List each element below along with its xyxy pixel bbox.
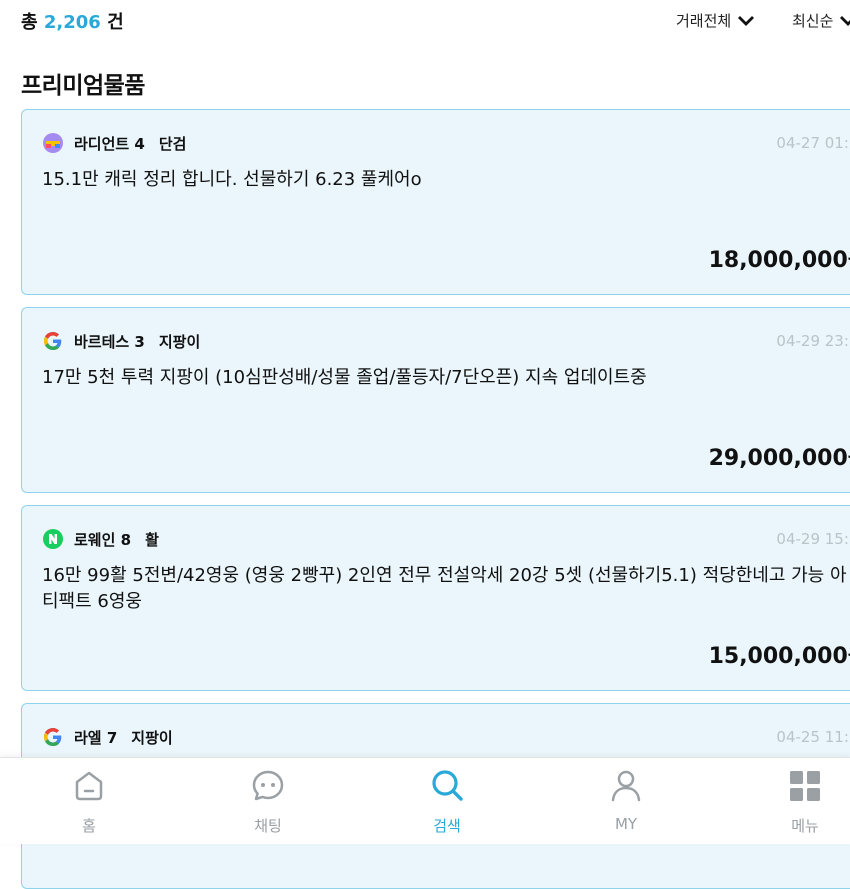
listing-card[interactable]: 라디언트 4 단검 04-27 01:29 15.1만 캐릭 정리 합니다. 선… bbox=[21, 109, 850, 295]
search-icon bbox=[432, 770, 463, 801]
listing-price: 15,000,000원 bbox=[708, 644, 850, 669]
listing-description: 17만 5천 투력 지팡이 (10심판성배/성물 졸업/풀등자/7단오픈) 지속… bbox=[42, 367, 647, 388]
home-icon bbox=[75, 771, 103, 801]
naver-icon bbox=[42, 528, 64, 550]
total-count-value: 2,206 bbox=[43, 12, 101, 33]
nav-my[interactable]: MY bbox=[566, 758, 686, 844]
grid-menu-icon bbox=[790, 771, 820, 801]
user-icon bbox=[611, 770, 641, 802]
nav-search-label: 검색 bbox=[433, 817, 461, 835]
top-bar: 총 2,206 건 거래전체 최신순 bbox=[0, 0, 850, 40]
bottom-nav: 홈 채팅 검색 MY 메뉴 bbox=[0, 757, 850, 844]
nav-home-label: 홈 bbox=[82, 817, 96, 835]
google-icon bbox=[42, 726, 64, 748]
server-name: 라디언트 4 bbox=[74, 134, 145, 153]
nav-chat[interactable]: 채팅 bbox=[208, 758, 328, 844]
nav-menu[interactable]: 메뉴 bbox=[745, 758, 850, 844]
listing-card[interactable]: 로웨인 8 활 04-29 15:36 16만 99활 5전변/42영웅 (영웅… bbox=[21, 505, 850, 691]
section-title: 프리미엄물품 bbox=[21, 73, 145, 99]
google-icon bbox=[42, 330, 64, 352]
nav-home[interactable]: 홈 bbox=[29, 758, 149, 844]
nav-chat-label: 채팅 bbox=[254, 817, 282, 835]
class-name: 지팡이 bbox=[158, 332, 201, 351]
daum-icon bbox=[42, 132, 64, 154]
listing-description: 15.1만 캐릭 정리 합니다. 선물하기 6.23 풀케어o bbox=[42, 169, 422, 190]
trade-filter-dropdown[interactable]: 거래전체 bbox=[676, 10, 755, 31]
nav-my-label: MY bbox=[614, 815, 638, 833]
listing-header: 바르테스 3 지팡이 bbox=[42, 330, 200, 352]
server-name: 바르테스 3 bbox=[74, 332, 145, 351]
chat-icon bbox=[252, 770, 284, 801]
total-suffix: 건 bbox=[107, 12, 124, 33]
trade-filter-label: 거래전체 bbox=[676, 12, 732, 30]
listing-time: 04-27 01:29 bbox=[776, 134, 850, 152]
listing-header: 라엘 7 지팡이 bbox=[42, 726, 173, 748]
class-name: 활 bbox=[145, 530, 159, 549]
listing-description: 16만 99활 5전변/42영웅 (영웅 2빵꾸) 2인연 전무 전설악세 20… bbox=[42, 565, 847, 612]
nav-search[interactable]: 검색 bbox=[387, 758, 507, 844]
listing-card[interactable]: 바르테스 3 지팡이 04-29 23:16 17만 5천 투력 지팡이 (10… bbox=[21, 307, 850, 493]
listing-time: 04-29 23:16 bbox=[776, 332, 850, 350]
chevron-down-icon bbox=[840, 15, 850, 26]
sort-filter-dropdown[interactable]: 최신순 bbox=[792, 10, 850, 31]
listing-time: 04-25 11:24 bbox=[776, 728, 850, 746]
class-name: 지팡이 bbox=[131, 728, 173, 747]
chevron-down-icon bbox=[738, 15, 755, 26]
server-name: 로웨인 8 bbox=[74, 530, 132, 549]
nav-menu-label: 메뉴 bbox=[791, 817, 819, 835]
server-name: 라엘 7 bbox=[74, 728, 118, 747]
listing-header: 로웨인 8 활 bbox=[42, 528, 159, 550]
class-name: 단검 bbox=[158, 134, 187, 153]
total-prefix: 총 bbox=[21, 12, 38, 33]
listing-time: 04-29 15:36 bbox=[776, 530, 850, 548]
total-count: 총 2,206 건 bbox=[21, 8, 124, 34]
listing-price: 29,000,000원 bbox=[708, 446, 850, 471]
sort-filter-label: 최신순 bbox=[792, 12, 834, 30]
listing-price: 18,000,000원 bbox=[708, 248, 850, 273]
listing-header: 라디언트 4 단검 bbox=[42, 132, 186, 154]
